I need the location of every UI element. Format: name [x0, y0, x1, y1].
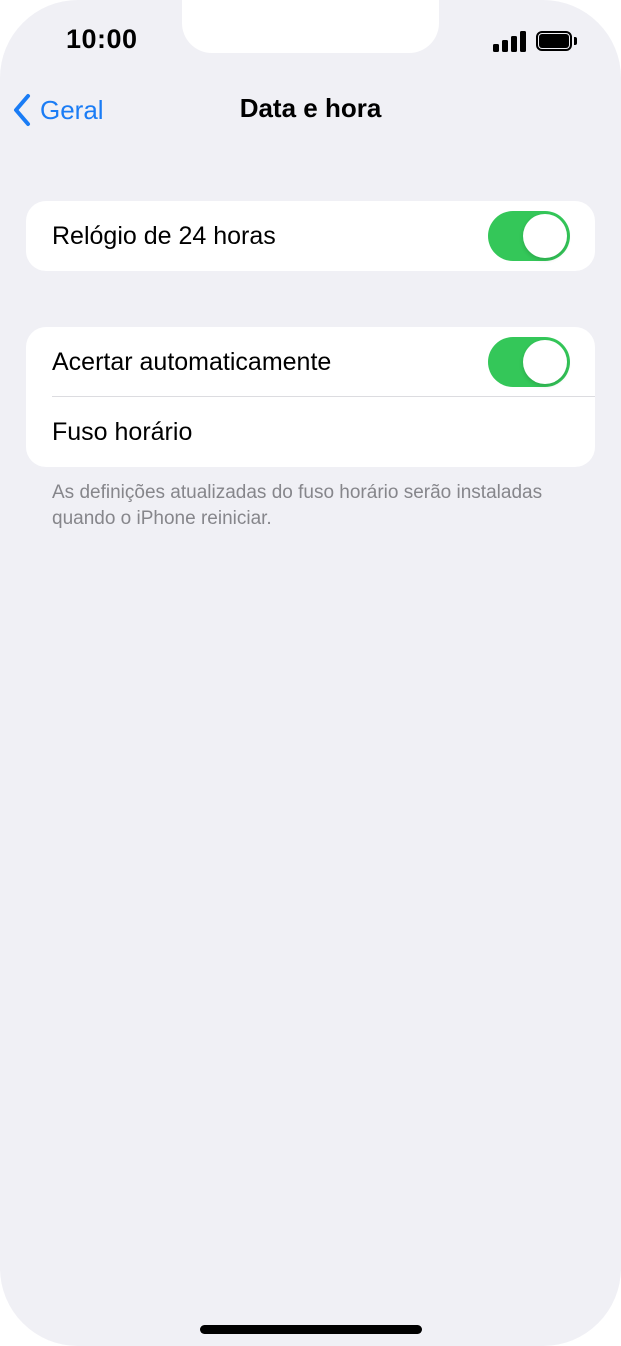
row-label: Acertar automaticamente [52, 347, 332, 376]
settings-group-automatic: Acertar automaticamente Fuso horário [26, 327, 595, 467]
cellular-signal-icon [493, 30, 527, 52]
row-set-automatically[interactable]: Acertar automaticamente [26, 327, 595, 397]
toggle-set-automatically[interactable] [488, 337, 570, 387]
battery-icon [536, 31, 577, 51]
phone-screen: 10:00 Geral Data e hora Relógio de 24 ho… [0, 0, 621, 1346]
settings-group-clock: Relógio de 24 horas [26, 201, 595, 271]
status-time: 10:00 [66, 24, 138, 54]
row-label: Relógio de 24 horas [52, 221, 276, 250]
row-time-zone[interactable]: Fuso horário [26, 397, 595, 467]
home-indicator[interactable] [200, 1325, 422, 1334]
status-icons [493, 30, 583, 52]
row-label: Fuso horário [52, 417, 193, 446]
row-24-hour-clock[interactable]: Relógio de 24 horas [26, 201, 595, 271]
toggle-24-hour-clock[interactable] [488, 211, 570, 261]
toggle-knob [523, 340, 567, 384]
toggle-knob [523, 214, 567, 258]
page-title: Data e hora [239, 93, 382, 123]
notch [182, 0, 439, 53]
time-zone-footer-note: As definições atualizadas do fuso horári… [52, 482, 543, 529]
